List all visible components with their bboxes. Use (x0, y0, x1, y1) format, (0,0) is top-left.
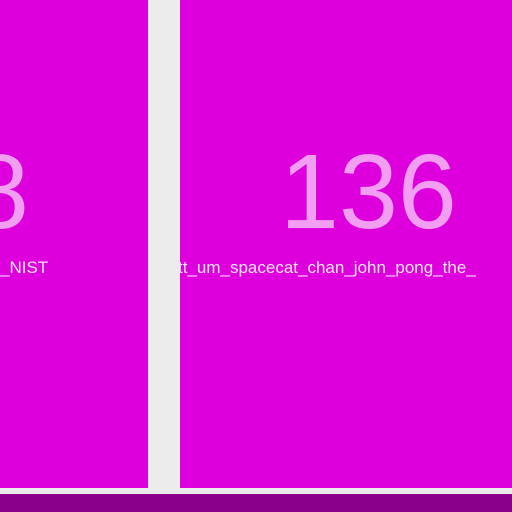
tile-label: _NIST (0, 258, 49, 277)
count-tile[interactable]: 136 tt_um_spacecat_chan_john_pong_the_ (180, 0, 512, 488)
tile-label: tt_um_spacecat_chan_john_pong_the_ (180, 258, 476, 277)
tile-count: 136 (280, 133, 457, 251)
tile-grid: 8 _NIST 136 tt_um_spacecat_chan_john_pon… (0, 0, 512, 512)
bottom-bar (0, 494, 512, 512)
tile-count: 8 (0, 132, 29, 252)
count-tile[interactable]: 8 _NIST (0, 0, 148, 488)
